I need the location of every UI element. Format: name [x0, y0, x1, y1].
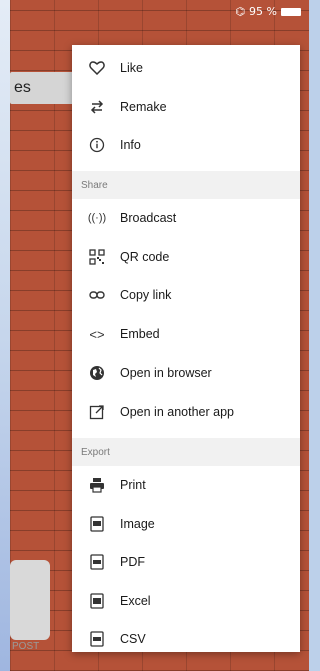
- menu-item-open-in-another-app[interactable]: Open in another app: [72, 393, 300, 431]
- menu-item-label: PDF: [120, 555, 145, 569]
- menu-item-label: Copy link: [120, 288, 172, 302]
- menu-item-info[interactable]: Info: [72, 126, 300, 164]
- menu-item-label: Print: [120, 478, 146, 492]
- menu-item-open-in-browser[interactable]: Open in browser: [72, 354, 300, 392]
- menu-item-pdf[interactable]: PDF: [72, 543, 300, 581]
- menu-item-label: Like: [120, 61, 143, 75]
- menu-item-label: CSV: [120, 632, 146, 646]
- menu-item-broadcast[interactable]: ((·)) Broadcast: [72, 199, 300, 237]
- section-header-share: Share: [72, 171, 300, 199]
- menu-item-embed[interactable]: <> Embed: [72, 315, 300, 353]
- globe-icon: [88, 364, 106, 382]
- qr-code-icon: [88, 248, 106, 266]
- repeat-icon: [88, 98, 106, 116]
- broadcast-icon: ((·)): [87, 212, 107, 224]
- info-icon: [88, 136, 106, 154]
- status-right-group: ⌬ 95 %: [235, 5, 301, 18]
- post-card[interactable]: [10, 560, 50, 640]
- status-bar: ⌬ 95 %: [10, 0, 309, 22]
- status-icon: ⌬: [235, 5, 246, 18]
- menu-item-like[interactable]: Like: [72, 49, 300, 87]
- heart-icon: [88, 59, 106, 77]
- menu-item-label: Broadcast: [120, 211, 177, 225]
- external-app-icon: [88, 403, 106, 421]
- pdf-file-icon: [88, 553, 106, 571]
- menu-item-label: Remake: [120, 100, 167, 114]
- menu-item-label: Info: [120, 138, 141, 152]
- menu-item-label: Image: [120, 517, 155, 531]
- printer-icon: [88, 476, 106, 494]
- menu-item-copy-link[interactable]: Copy link: [72, 276, 300, 314]
- menu-item-label: Embed: [120, 327, 160, 341]
- menu-item-csv[interactable]: CSV: [72, 620, 300, 658]
- menu-item-remake[interactable]: Remake: [72, 88, 300, 126]
- battery-icon: [281, 7, 301, 16]
- csv-file-icon: [88, 630, 106, 648]
- link-icon: [88, 286, 106, 304]
- menu-item-label: Open in browser: [120, 366, 212, 380]
- menu-item-image[interactable]: Image: [72, 505, 300, 543]
- menu-item-label: QR code: [120, 250, 170, 264]
- battery-percentage: 95 %: [249, 5, 277, 18]
- menu-item-qr-code[interactable]: QR code: [72, 238, 300, 276]
- menu-item-label: Open in another app: [120, 405, 234, 419]
- post-button-label[interactable]: POST: [12, 641, 39, 652]
- menu-item-excel[interactable]: Excel: [72, 582, 300, 620]
- context-menu: Like Remake Info Share ((·)) Broadcast Q…: [72, 45, 300, 652]
- image-file-icon: [88, 515, 106, 533]
- menu-item-label: Excel: [120, 594, 151, 608]
- section-header-export: Export: [72, 438, 300, 466]
- menu-item-print[interactable]: Print: [72, 466, 300, 504]
- excel-file-icon: [88, 592, 106, 610]
- code-icon: <>: [89, 326, 105, 342]
